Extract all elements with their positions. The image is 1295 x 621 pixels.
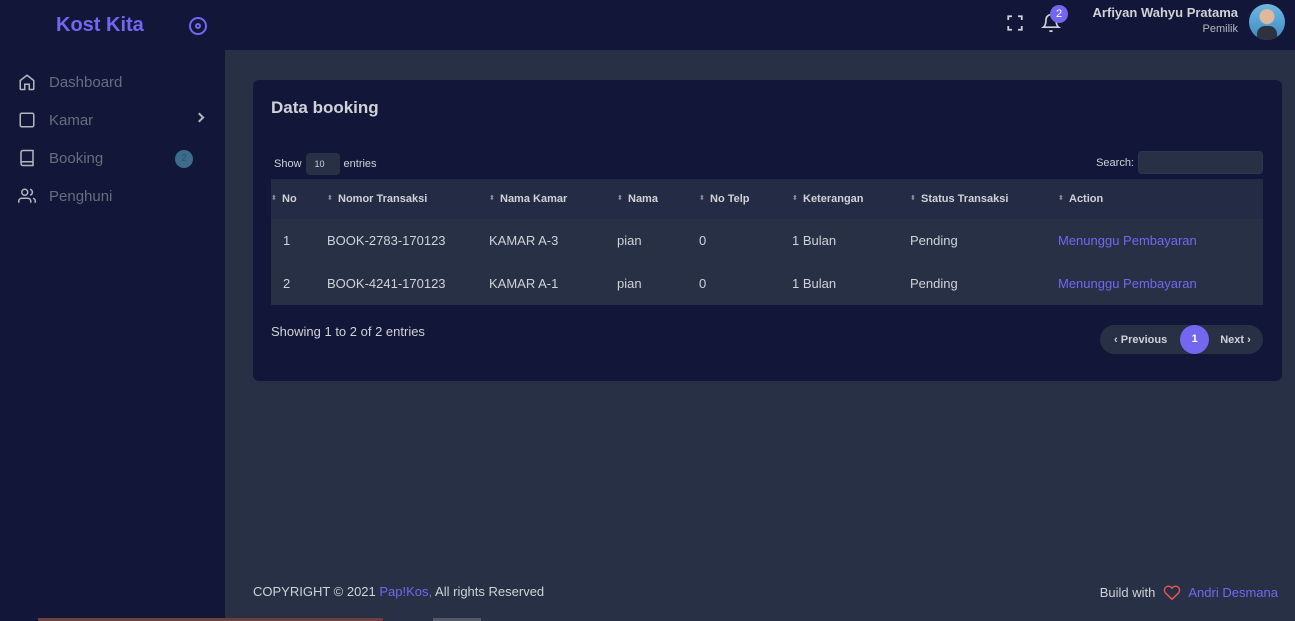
build-with-label: Build with (1099, 584, 1156, 600)
footer-copyright: COPYRIGHT © 2021 Pap!Kos, All rights Res… (253, 584, 545, 599)
cell-status: Pending (910, 233, 958, 248)
sidebar-item-label: Booking (49, 149, 104, 167)
sort-icon: ⬍ (327, 195, 333, 203)
cell-description: 1 Bulan (792, 233, 837, 248)
next-page-button[interactable]: Next › (1220, 334, 1251, 346)
search-label: Search: (1096, 156, 1134, 169)
square-icon (19, 112, 35, 128)
booking-count-badge: 2 (175, 150, 193, 168)
brand-link[interactable]: Pap!Kos, (379, 584, 432, 599)
cell-transaction-number: BOOK-2783-170123 (327, 233, 446, 248)
column-header[interactable]: ⬍ Nama Kamar (489, 179, 617, 219)
booking-card: Data booking Show 10 entries Search: ⬍ No… (253, 80, 1282, 381)
search-input[interactable] (1138, 151, 1263, 174)
fullscreen-icon[interactable] (1006, 14, 1024, 32)
action-link[interactable]: Menunggu Pembayaran (1058, 219, 1263, 262)
book-icon (20, 149, 34, 167)
user-name[interactable]: Arfiyan Wahyu Pratama (1093, 5, 1238, 20)
sort-icon: ⬍ (792, 195, 798, 203)
entries-label: entries (343, 158, 377, 170)
cell-no: 1 (283, 233, 291, 248)
action-link[interactable]: Menunggu Pembayaran (1058, 262, 1263, 305)
table-row: 1 BOOK-2783-170123 KAMAR A-3 pian 0 1 Bu… (271, 219, 1263, 262)
sidebar-toggle-icon[interactable] (189, 17, 207, 35)
cell-name: pian (617, 233, 642, 248)
top-header: 2 Arfiyan Wahyu Pratama Pemilik (225, 0, 1295, 50)
page-title: Data booking (271, 98, 379, 117)
sort-icon: ⬍ (910, 195, 916, 203)
sidebar-nav: Dashboard Kamar Booking 2 Penghuni (0, 63, 225, 215)
cell-phone: 0 (699, 276, 707, 291)
column-header[interactable]: ⬍ No Telp (699, 179, 792, 219)
entries-length-control: Show 10 entries (274, 153, 377, 175)
sort-icon: ⬍ (489, 195, 495, 203)
sidebar: Kost Kita Dashboard Kamar Booking 2 Peng… (0, 0, 225, 621)
sidebar-item-dashboard[interactable]: Dashboard (0, 63, 225, 101)
sort-icon: ⬍ (1058, 195, 1064, 203)
sort-icon: ⬍ (271, 195, 277, 203)
show-label: Show (274, 158, 302, 170)
sidebar-item-penghuni[interactable]: Penghuni (0, 177, 225, 215)
notification-badge: 2 (1050, 5, 1068, 23)
cell-room-name: KAMAR A-3 (489, 233, 559, 248)
sidebar-item-booking[interactable]: Booking 2 (0, 139, 225, 177)
column-header[interactable]: ⬍ Status Transaksi (910, 179, 1058, 219)
column-header[interactable]: ⬍ Nomor Transaksi (327, 179, 489, 219)
table-search: Search: (1096, 151, 1263, 174)
cell-status: Pending (910, 276, 958, 291)
avatar[interactable] (1249, 4, 1285, 40)
brand-logo[interactable]: Kost Kita (56, 14, 144, 37)
home-icon (19, 74, 35, 91)
cell-room-name: KAMAR A-1 (489, 276, 559, 291)
previous-page-button[interactable]: ‹ Previous (1114, 334, 1167, 346)
column-header[interactable]: ⬍ No (271, 179, 327, 219)
page-button-1[interactable]: 1 (1180, 325, 1210, 354)
pagination: ‹ Previous 1 Next › (1100, 325, 1263, 354)
booking-table: ⬍ No ⬍ Nomor Transaksi ⬍ Nama Kamar ⬍ Nama ⬍… (271, 179, 1263, 305)
chevron-right-icon (194, 112, 205, 123)
cell-description: 1 Bulan (792, 276, 837, 291)
sidebar-item-label: Kamar (49, 111, 94, 129)
cell-phone: 0 (699, 233, 707, 248)
user-role: Pemilik (1202, 23, 1238, 35)
column-header[interactable]: ⬍ Keterangan (792, 179, 910, 219)
table-header-row: ⬍ No ⬍ Nomor Transaksi ⬍ Nama Kamar ⬍ Nama ⬍… (271, 179, 1263, 219)
cell-transaction-number: BOOK-4241-170123 (327, 276, 446, 291)
sort-icon: ⬍ (617, 195, 623, 203)
sidebar-item-label: Dashboard (49, 73, 123, 91)
cell-name: pian (617, 276, 642, 291)
sidebar-item-kamar[interactable]: Kamar (0, 101, 225, 139)
heart-icon (1164, 585, 1181, 600)
cell-no: 2 (283, 276, 291, 291)
entries-select[interactable]: 10 (305, 153, 340, 175)
table-info: Showing 1 to 2 of 2 entries (271, 324, 425, 339)
sort-icon: ⬍ (699, 195, 705, 203)
table-row: 2 BOOK-4241-170123 KAMAR A-1 pian 0 1 Bu… (271, 262, 1263, 305)
author-link[interactable]: Andri Desmana (1188, 585, 1278, 600)
footer-credit: Build with Andri Desmana (1100, 584, 1278, 600)
users-icon (18, 188, 36, 203)
sidebar-item-label: Penghuni (49, 187, 113, 205)
column-header[interactable]: ⬍ Action (1058, 179, 1263, 219)
column-header[interactable]: ⬍ Nama (617, 179, 699, 219)
